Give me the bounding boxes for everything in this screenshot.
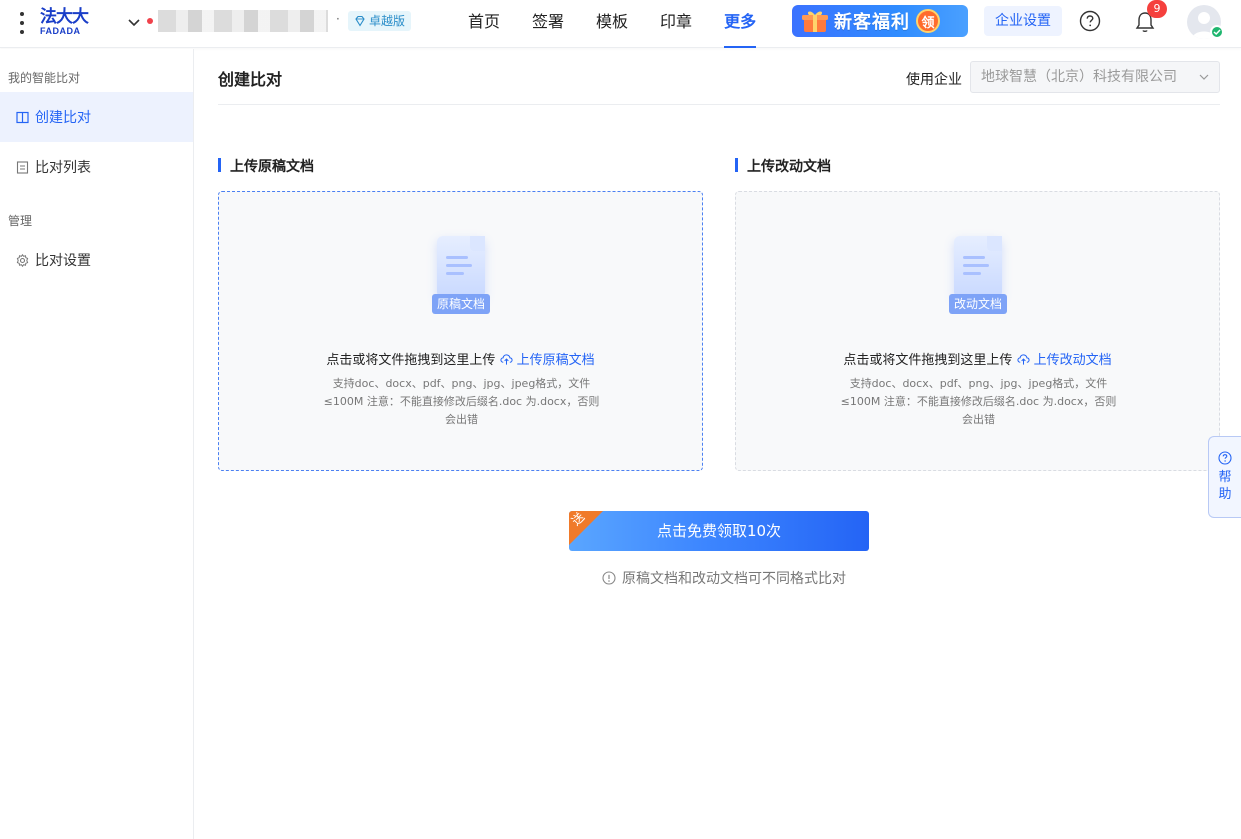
logo-cn-text: 法大大 (40, 7, 89, 27)
chevron-down-icon[interactable] (126, 14, 142, 30)
org-name-redacted[interactable] (158, 10, 328, 32)
help-circle-icon (1218, 451, 1232, 465)
floating-help-tab[interactable]: 帮助 (1208, 436, 1241, 518)
original-upload-dropzone[interactable]: 原稿文档 点击或将文件拖拽到这里上传 上传原稿文档 支持doc、docx、pdf… (218, 191, 703, 471)
original-section-title: 上传原稿文档 (218, 156, 314, 176)
document-icon: 改动文档 (949, 236, 1009, 322)
verified-check-icon (1210, 25, 1224, 39)
tier-badge-label: 卓越版 (369, 14, 406, 28)
revised-upload-format-note: 支持doc、docx、pdf、png、jpg、jpeg格式，文件≤100M 注意… (840, 377, 1117, 426)
notification-count-badge: 9 (1147, 0, 1167, 18)
title-divider (218, 104, 1220, 105)
main-content: 创建比对 使用企业 地球智慧（北京）科技有限公司 上传原稿文档 原稿文档 点击或… (194, 49, 1241, 839)
org-status-dot (147, 18, 153, 24)
revised-doc-tag: 改动文档 (949, 294, 1007, 314)
revised-upload-dropzone[interactable]: 改动文档 点击或将文件拖拽到这里上传 上传改动文档 支持doc、docx、pdf… (735, 191, 1220, 471)
list-icon (16, 160, 29, 174)
nav-sign[interactable]: 签署 (516, 0, 580, 48)
gear-icon (16, 253, 29, 267)
org-separator: · (336, 12, 340, 26)
help-circle-icon[interactable] (1079, 10, 1101, 32)
logo-en-text: FADADA (40, 26, 81, 36)
claim-free-trial-label: 点击免费领取10次 (656, 522, 782, 540)
sidebar-item-label: 比对列表 (35, 160, 91, 176)
chevron-down-icon (1199, 74, 1209, 80)
original-upload-format-note: 支持doc、docx、pdf、png、jpg、jpeg格式，文件≤100M 注意… (323, 377, 600, 426)
main-nav: 首页 签署 模板 印章 更多 (452, 0, 772, 48)
info-icon (602, 571, 616, 585)
nav-home[interactable]: 首页 (452, 0, 516, 48)
enterprise-select-value: 地球智慧（北京）科技有限公司 (981, 69, 1177, 85)
sidebar-item-label: 创建比对 (35, 110, 91, 126)
new-customer-promo-banner[interactable]: 新客福利 领 (792, 5, 968, 37)
nav-template[interactable]: 模板 (580, 0, 644, 48)
promo-claim-badge: 领 (916, 9, 940, 33)
original-upload-hint: 点击或将文件拖拽到这里上传 上传原稿文档 (219, 349, 702, 368)
page-title: 创建比对 (218, 70, 283, 89)
app-menu-icon[interactable] (16, 12, 28, 34)
enterprise-label: 使用企业 (906, 72, 962, 88)
fadada-logo[interactable]: 法大大 FADADA (40, 8, 92, 38)
revised-upload-hint: 点击或将文件拖拽到这里上传 上传改动文档 (736, 349, 1219, 368)
revised-section-title: 上传改动文档 (735, 156, 831, 176)
cloud-upload-icon (499, 354, 513, 365)
diamond-icon (355, 15, 365, 27)
claim-free-trial-button[interactable]: 送 点击免费领取10次 (569, 511, 869, 551)
sidebar-item-compare-settings[interactable]: 比对设置 (0, 235, 193, 285)
sidebar: 我的智能比对 创建比对 比对列表 管理 比对设置 (0, 49, 194, 839)
document-icon: 原稿文档 (432, 236, 492, 322)
format-compat-note: 原稿文档和改动文档可不同格式比对 (579, 568, 869, 588)
original-doc-tag: 原稿文档 (432, 294, 490, 314)
nav-more[interactable]: 更多 (708, 0, 772, 48)
promo-text: 新客福利 (834, 12, 910, 33)
columns-icon (16, 111, 29, 123)
upload-hint-text: 点击或将文件拖拽到这里上传 (843, 353, 1013, 368)
format-compat-note-text: 原稿文档和改动文档可不同格式比对 (622, 571, 846, 587)
enterprise-select[interactable]: 地球智慧（北京）科技有限公司 (970, 61, 1220, 93)
sidebar-item-compare-list[interactable]: 比对列表 (0, 142, 193, 192)
top-bar: 法大大 FADADA · 卓越版 首页 签署 模板 印章 更多 新客福利 领 企… (0, 0, 1241, 48)
upload-original-link[interactable]: 上传原稿文档 (517, 353, 595, 368)
sidebar-group-manage: 管理 (8, 214, 33, 228)
cloud-upload-icon (1016, 354, 1030, 365)
enterprise-settings-button[interactable]: 企业设置 (984, 6, 1062, 36)
upload-hint-text: 点击或将文件拖拽到这里上传 (326, 353, 496, 368)
nav-seal[interactable]: 印章 (644, 0, 708, 48)
upload-revised-link[interactable]: 上传改动文档 (1034, 353, 1112, 368)
gift-icon (802, 11, 828, 32)
floating-help-label: 帮助 (1218, 470, 1232, 502)
sidebar-item-create-compare[interactable]: 创建比对 (0, 92, 193, 142)
sidebar-item-label: 比对设置 (35, 253, 91, 269)
tier-badge: 卓越版 (348, 11, 412, 31)
sidebar-group-my-compare: 我的智能比对 (8, 71, 81, 85)
